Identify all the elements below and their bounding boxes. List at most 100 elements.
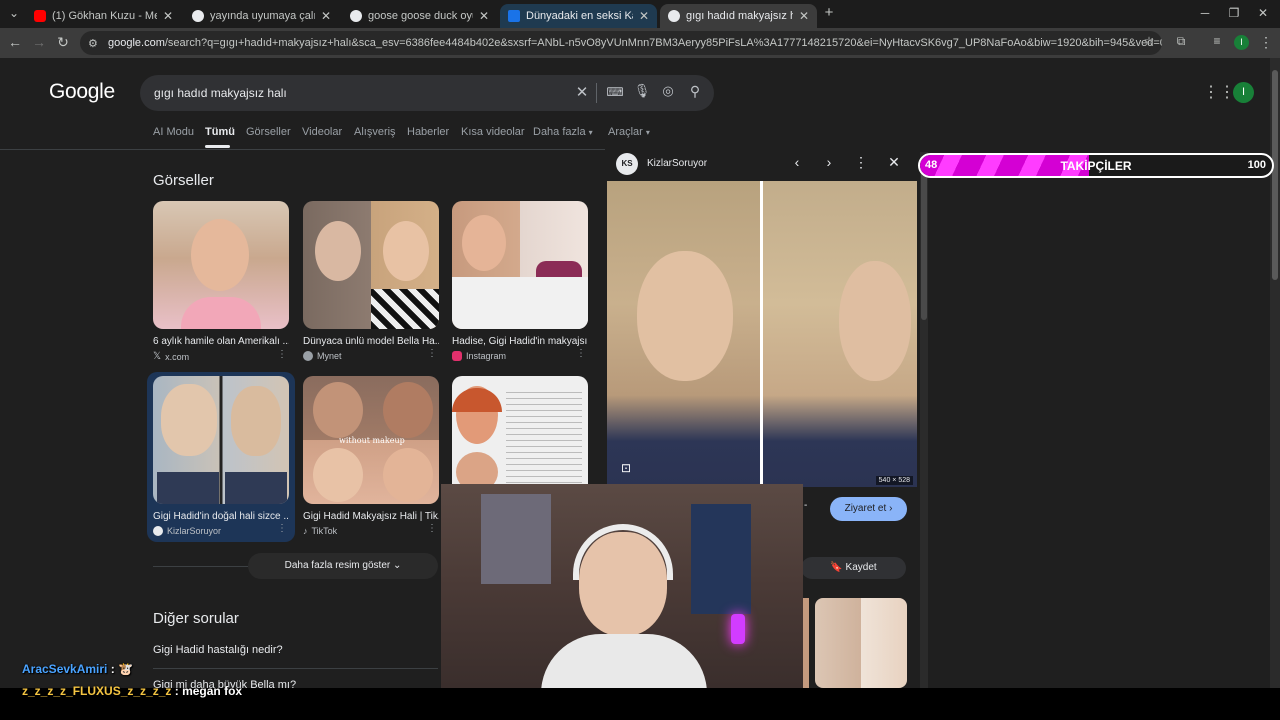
tab-all[interactable]: Tümü xyxy=(205,126,235,138)
related-image[interactable] xyxy=(815,598,907,688)
follower-label: TAKİPÇİLER xyxy=(1060,159,1132,173)
media-control-icon[interactable]: ≡ xyxy=(1208,34,1226,48)
visit-label: Ziyaret et xyxy=(844,503,887,514)
preview-image[interactable]: ⊡ 540 × 528 xyxy=(607,181,917,487)
image-thumbnail[interactable] xyxy=(153,201,289,329)
image-thumbnail[interactable] xyxy=(452,201,588,329)
tab-videos[interactable]: Videolar xyxy=(302,126,342,138)
tab-images[interactable]: Görseller xyxy=(246,126,291,138)
tab-news[interactable]: Haberler xyxy=(407,126,449,138)
other-questions-title: Diğer sorular xyxy=(153,610,239,627)
save-label: Kaydet xyxy=(845,562,877,573)
address-bar[interactable]: ⚙ google.com/search?q=gıgı+hadıd+makyajs… xyxy=(80,31,1162,55)
menu-icon[interactable]: ⋮ xyxy=(1257,34,1275,51)
panel-source-name[interactable]: KizlarSoruyor xyxy=(647,158,707,169)
tab-title: gıgı hadıd makyajsız halı - Goo xyxy=(686,10,793,22)
tab-ai-mode[interactable]: AI Modu xyxy=(153,126,194,138)
image-thumbnail[interactable]: without makeup xyxy=(303,376,439,504)
image-source[interactable]: Instagram xyxy=(452,351,588,361)
kizlarsoruyor-icon xyxy=(153,526,163,536)
previous-icon[interactable]: ‹ xyxy=(789,154,805,170)
page-scrollbar[interactable] xyxy=(1270,58,1280,688)
more-options-icon[interactable]: ⋮ xyxy=(427,523,437,534)
image-source[interactable]: KizlarSoruyor xyxy=(153,526,289,536)
lens-icon[interactable]: ⊡ xyxy=(621,461,631,475)
panel-scrollbar[interactable] xyxy=(920,152,928,688)
image-title[interactable]: Gigi Hadid Makyajsız Hali | Tik... xyxy=(303,511,439,522)
image-thumbnail[interactable] xyxy=(303,201,439,329)
image-title[interactable]: Gigi Hadid'in doğal hali sizce ... xyxy=(153,511,289,522)
extensions-icon[interactable]: ⧉ xyxy=(1172,34,1190,49)
browser-tab-1[interactable]: (1) Gökhan Kuzu - Mehmet ✕ xyxy=(26,4,181,28)
forward-icon[interactable]: → xyxy=(30,34,48,50)
youtube-icon xyxy=(34,10,46,22)
image-source[interactable]: Mynet xyxy=(303,351,439,361)
more-options-icon[interactable]: ⋮ xyxy=(277,349,287,360)
account-avatar[interactable]: I xyxy=(1233,82,1254,103)
close-icon[interactable]: ✕ xyxy=(639,9,649,23)
back-icon[interactable]: ← xyxy=(6,34,24,50)
search-box[interactable]: gıgı hadıd makyajsız halı ✕ ⌨ 🎙 ◎ ⚲ xyxy=(140,75,714,111)
save-button[interactable]: 🔖 Kaydet xyxy=(801,557,906,579)
close-window-icon[interactable]: ✕ xyxy=(1253,6,1273,20)
tab-tools[interactable]: Araçlar ▾ xyxy=(608,126,650,138)
browser-tab-3[interactable]: goose goose duck oyun nasıl ✕ xyxy=(342,4,497,28)
more-options-icon[interactable]: ⋮ xyxy=(853,154,869,171)
follower-goal-bar: 48 TAKİPÇİLER 100 xyxy=(918,153,1274,178)
new-tab-button[interactable]: + xyxy=(819,4,839,21)
visit-button[interactable]: Ziyaret et › xyxy=(830,497,907,521)
tab-search-icon[interactable]: ⌄ xyxy=(4,6,24,20)
close-icon[interactable]: ✕ xyxy=(886,154,902,171)
image-result-2[interactable]: Dünyaca ünlü model Bella Ha... Mynet ⋮ xyxy=(303,201,439,361)
minimize-icon[interactable]: ─ xyxy=(1195,6,1215,20)
page-scroll-thumb[interactable] xyxy=(1272,70,1278,280)
image-result-5[interactable]: without makeup Gigi Hadid Makyajsız Hali… xyxy=(303,376,439,536)
image-title[interactable]: 6 aylık hamile olan Amerikalı ... xyxy=(153,336,289,347)
close-icon[interactable]: ✕ xyxy=(163,9,173,23)
chevron-down-icon: ⌄ xyxy=(393,560,402,571)
restore-icon[interactable]: ❐ xyxy=(1224,6,1244,20)
site-info-icon[interactable]: ⚙ xyxy=(88,37,102,50)
question-item-1[interactable]: Gigi Hadid hastalığı nedir? xyxy=(153,644,283,656)
bookmark-star-icon[interactable]: ☆ xyxy=(1140,34,1158,48)
close-icon[interactable]: ✕ xyxy=(799,9,809,23)
search-input[interactable]: gıgı hadıd makyajsız halı xyxy=(154,86,287,100)
more-options-icon[interactable]: ⋮ xyxy=(576,348,586,359)
image-result-4[interactable]: Gigi Hadid'in doğal hali sizce ... Kizla… xyxy=(153,376,289,536)
chat-separator: : xyxy=(110,662,115,676)
clear-icon[interactable]: ✕ xyxy=(572,83,592,101)
browser-tab-4[interactable]: Dünyadaki en seksi Kadın kim ✕ xyxy=(500,4,657,28)
keyboard-icon[interactable]: ⌨ xyxy=(605,85,625,99)
browser-tab-2[interactable]: yayında uyumaya çalısan kadın ✕ xyxy=(184,4,339,28)
tab-more-label: Daha fazla xyxy=(533,126,586,138)
panel-scroll-thumb[interactable] xyxy=(921,160,927,320)
active-tab-indicator xyxy=(205,145,230,148)
image-source[interactable]: ♪ TikTok xyxy=(303,526,439,536)
microphone-icon[interactable]: 🎙 xyxy=(632,83,652,99)
lens-icon[interactable]: ◎ xyxy=(658,83,678,99)
image-title[interactable]: Dünyaca ünlü model Bella Ha... xyxy=(303,336,439,347)
image-result-3[interactable]: Hadise, Gigi Hadid'in makyajsı... Instag… xyxy=(452,201,588,361)
more-options-icon[interactable]: ⋮ xyxy=(277,523,287,534)
tab-shopping[interactable]: Alışveriş xyxy=(354,126,396,138)
chat-separator: : xyxy=(174,684,179,698)
tab-more[interactable]: Daha fazla ▾ xyxy=(533,126,593,138)
google-logo[interactable]: Google xyxy=(49,80,115,104)
tab-short-videos[interactable]: Kısa videolar xyxy=(461,126,525,138)
profile-avatar[interactable]: I xyxy=(1234,35,1249,50)
close-icon[interactable]: ✕ xyxy=(321,9,331,23)
show-more-images-button[interactable]: Daha fazla resim göster ⌄ xyxy=(248,553,438,579)
next-icon[interactable]: › xyxy=(821,154,837,170)
kizlarsoruyor-logo[interactable]: KS xyxy=(616,153,638,175)
more-options-icon[interactable]: ⋮ xyxy=(427,348,437,359)
image-result-1[interactable]: 6 aylık hamile olan Amerikalı ... 𝕏x.com… xyxy=(153,201,289,362)
image-source[interactable]: 𝕏x.com xyxy=(153,351,289,362)
chat-message-2: z_z_z_z_FLUXUS_z_z_z_z : megan fox xyxy=(22,684,242,698)
close-icon[interactable]: ✕ xyxy=(479,9,489,23)
image-title[interactable]: Hadise, Gigi Hadid'in makyajsı... xyxy=(452,336,588,347)
tab-title: (1) Gökhan Kuzu - Mehmet xyxy=(52,10,157,22)
image-thumbnail[interactable] xyxy=(153,376,289,504)
search-icon[interactable]: ⚲ xyxy=(685,83,705,100)
reload-icon[interactable]: ↻ xyxy=(54,34,72,51)
browser-tab-5[interactable]: gıgı hadıd makyajsız halı - Goo ✕ xyxy=(660,4,817,28)
